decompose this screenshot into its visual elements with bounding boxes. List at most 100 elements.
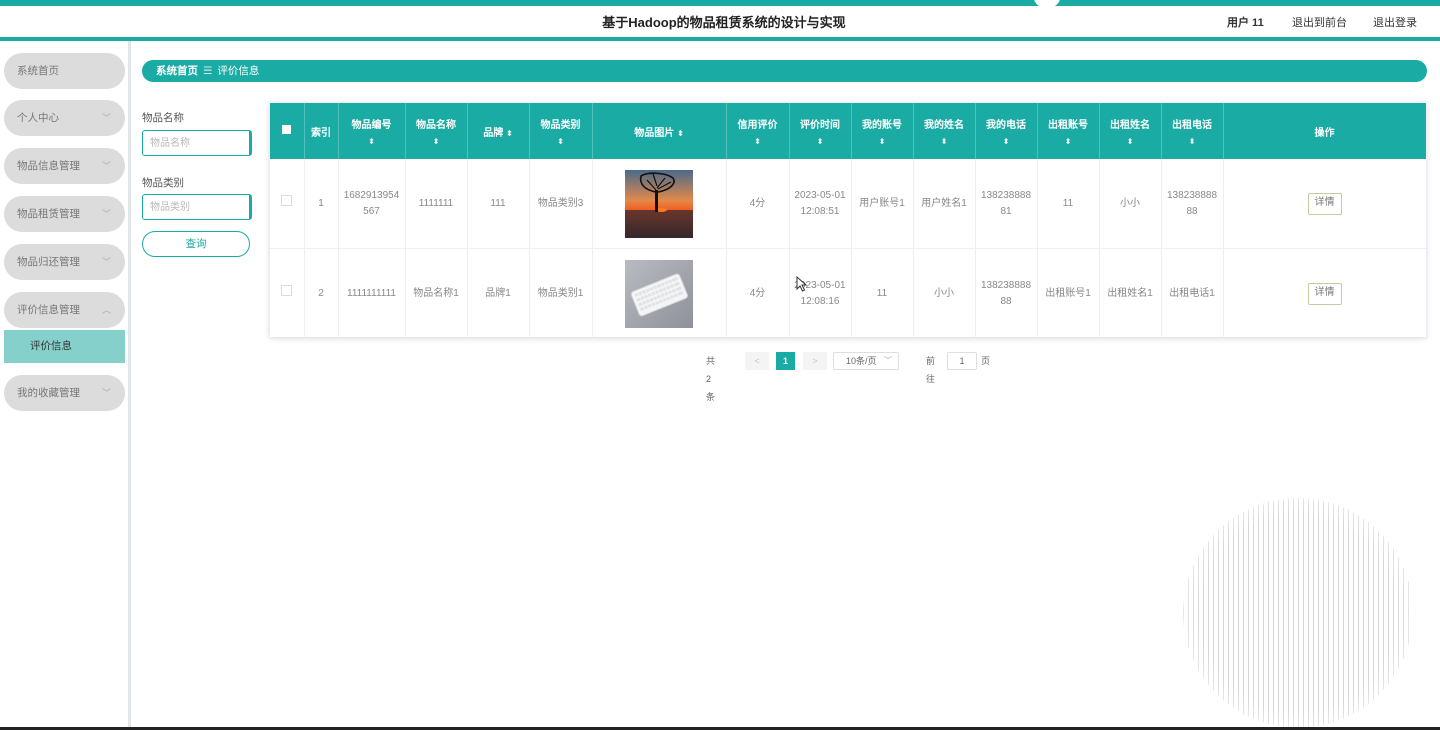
cell-rent-phone: 13823888888 [1161, 159, 1224, 249]
sidebar-item-rental[interactable]: 物品租赁管理 ﹀ [4, 196, 125, 232]
logout-link[interactable]: 退出登录 [1373, 14, 1417, 30]
column-label: 出租电话 [1172, 120, 1212, 131]
sidebar-item-return[interactable]: 物品归还管理 ﹀ [4, 244, 125, 280]
col-rent-phone[interactable]: 出租电话 ⬍ [1161, 103, 1224, 159]
review-table: 索引 物品编号 ⬍ 物品名称 ⬍ 品牌 ⬍ 物品类别 ⬍ 物品图片 ⬍ 信用评价 ⬍ 评… [270, 103, 1427, 339]
cell-item-name: 物品名称1 [405, 248, 468, 339]
cell-rent-account: 11 [1037, 159, 1100, 249]
sidebar-item-favorites[interactable]: 我的收藏管理 ﹀ [4, 375, 125, 411]
column-label: 物品名称 [416, 120, 456, 131]
sidebar-item-label: 系统首页 [17, 65, 59, 77]
page-size-value: 10条/页 [846, 356, 877, 366]
item-name-input[interactable] [142, 130, 252, 156]
decorative-striped-circle [1183, 498, 1413, 728]
column-label: 我的电话 [986, 120, 1026, 131]
header-divider [0, 37, 1440, 41]
sidebar-item-label: 评价信息管理 [17, 304, 80, 316]
cell-my-name: 小小 [913, 248, 976, 339]
column-label: 我的账号 [862, 120, 902, 131]
pagination-total: 共 2 条 [706, 356, 716, 402]
sidebar-item-label: 个人中心 [17, 112, 59, 124]
cell-rent-account: 出租账号1 [1037, 248, 1100, 339]
sidebar-item-personal-center[interactable]: 个人中心 ﹀ [4, 100, 125, 136]
col-brand[interactable]: 品牌 ⬍ [467, 103, 530, 159]
col-item-name[interactable]: 物品名称 ⬍ [405, 103, 468, 159]
column-label: 我的姓名 [924, 120, 964, 131]
row-checkbox[interactable] [270, 248, 305, 339]
sort-icon[interactable]: ⬍ [677, 129, 684, 138]
goto-page-input[interactable]: 1 [947, 352, 977, 370]
sort-icon[interactable]: ⬍ [1162, 137, 1223, 146]
chevron-up-icon: ︿ [101, 305, 111, 315]
sort-icon[interactable]: ⬍ [406, 137, 467, 146]
keyboard-image [625, 259, 693, 328]
sidebar-item-label: 物品租赁管理 [17, 208, 80, 220]
item-category-label: 物品类别 [142, 177, 184, 189]
col-category[interactable]: 物品类别 ⬍ [529, 103, 593, 159]
item-category-input[interactable] [142, 194, 252, 220]
sort-icon[interactable]: ⬍ [914, 137, 975, 146]
page-number-button[interactable]: 1 [776, 352, 795, 370]
sort-icon[interactable]: ⬍ [852, 137, 913, 146]
sidebar-item-item-info[interactable]: 物品信息管理 ﹀ [4, 148, 125, 184]
cell-category: 物品类别1 [529, 248, 593, 339]
breadcrumb-home[interactable]: 系统首页 [156, 65, 198, 77]
cell-actions: 详情 [1223, 248, 1427, 339]
sort-icon[interactable]: ⬍ [506, 129, 513, 138]
table-row: 2 1111111111 物品名称1 品牌1 物品类别1 4分 2023-05-… [270, 248, 1427, 339]
column-label: 评价时间 [800, 120, 840, 131]
col-item-no[interactable]: 物品编号 ⬍ [338, 103, 406, 159]
current-user-label: 用户 11 [1227, 17, 1264, 29]
cell-image [592, 248, 727, 339]
sort-icon[interactable]: ⬍ [339, 137, 405, 146]
mouse-cursor-icon [796, 276, 808, 292]
cell-my-account: 11 [851, 248, 914, 339]
checkbox-icon [281, 195, 293, 206]
cell-rating: 4分 [726, 248, 790, 339]
detail-button[interactable]: 详情 [1307, 192, 1342, 215]
chevron-down-icon: ﹀ [101, 161, 111, 171]
col-rating[interactable]: 信用评价 ⬍ [726, 103, 790, 159]
col-my-name[interactable]: 我的姓名 ⬍ [913, 103, 976, 159]
col-image[interactable]: 物品图片 ⬍ [592, 103, 727, 159]
sort-icon[interactable]: ⬍ [976, 137, 1037, 146]
sidebar-item-label: 我的收藏管理 [17, 387, 80, 399]
sort-icon[interactable]: ⬍ [1038, 137, 1099, 146]
col-my-phone[interactable]: 我的电话 ⬍ [975, 103, 1038, 159]
sidebar-item-label: 物品信息管理 [17, 160, 80, 172]
cell-item-no: 1111111111 [338, 248, 406, 339]
table-header-row: 索引 物品编号 ⬍ 物品名称 ⬍ 品牌 ⬍ 物品类别 ⬍ 物品图片 ⬍ 信用评价 ⬍ 评… [270, 103, 1427, 159]
sort-icon[interactable]: ⬍ [530, 137, 592, 146]
sort-icon[interactable]: ⬍ [790, 137, 851, 146]
search-button[interactable]: 查询 [142, 231, 250, 257]
cell-actions: 详情 [1223, 159, 1427, 249]
cell-my-name: 用户姓名1 [913, 159, 976, 249]
sidebar-item-reviews[interactable]: 评价信息管理 ︿ [4, 292, 125, 328]
sidebar-subitem-review-info[interactable]: 评价信息 [4, 330, 125, 363]
select-all-checkbox[interactable] [270, 103, 305, 159]
goto-label: 前往 [926, 356, 936, 384]
col-time[interactable]: 评价时间 ⬍ [789, 103, 852, 159]
cell-rent-phone: 出租电话1 [1161, 248, 1224, 339]
breadcrumb: 系统首页 ☰ 评价信息 [142, 60, 1427, 82]
breadcrumb-separator-icon: ☰ [203, 65, 213, 77]
row-checkbox[interactable] [270, 159, 305, 249]
cell-my-phone: 13823888881 [975, 159, 1038, 249]
cell-index: 1 [304, 159, 339, 249]
cell-rent-name: 出租姓名1 [1099, 248, 1162, 339]
sidebar: 系统首页 个人中心 ﹀ 物品信息管理 ﹀ 物品租赁管理 ﹀ 物品归还管理 ﹀ 评价信息管… [0, 41, 131, 730]
sidebar-item-home[interactable]: 系统首页 [4, 53, 125, 89]
detail-button[interactable]: 详情 [1307, 282, 1342, 305]
sort-icon[interactable]: ⬍ [1100, 137, 1161, 146]
page-size-select[interactable]: 10条/页 ﹀ [833, 352, 899, 370]
col-my-account[interactable]: 我的账号 ⬍ [851, 103, 914, 159]
col-rent-account[interactable]: 出租账号 ⬍ [1037, 103, 1100, 159]
prev-page-button[interactable]: < [745, 352, 769, 370]
page-title: 基于Hadoop的物品租赁系统的设计与实现 [602, 15, 846, 30]
chevron-down-icon: ﹀ [101, 209, 111, 219]
back-to-frontend-link[interactable]: 退出到前台 [1292, 14, 1347, 30]
sort-icon[interactable]: ⬍ [727, 137, 789, 146]
next-page-button[interactable]: > [803, 352, 827, 370]
col-rent-name[interactable]: 出租姓名 ⬍ [1099, 103, 1162, 159]
column-label: 信用评价 [737, 120, 778, 131]
